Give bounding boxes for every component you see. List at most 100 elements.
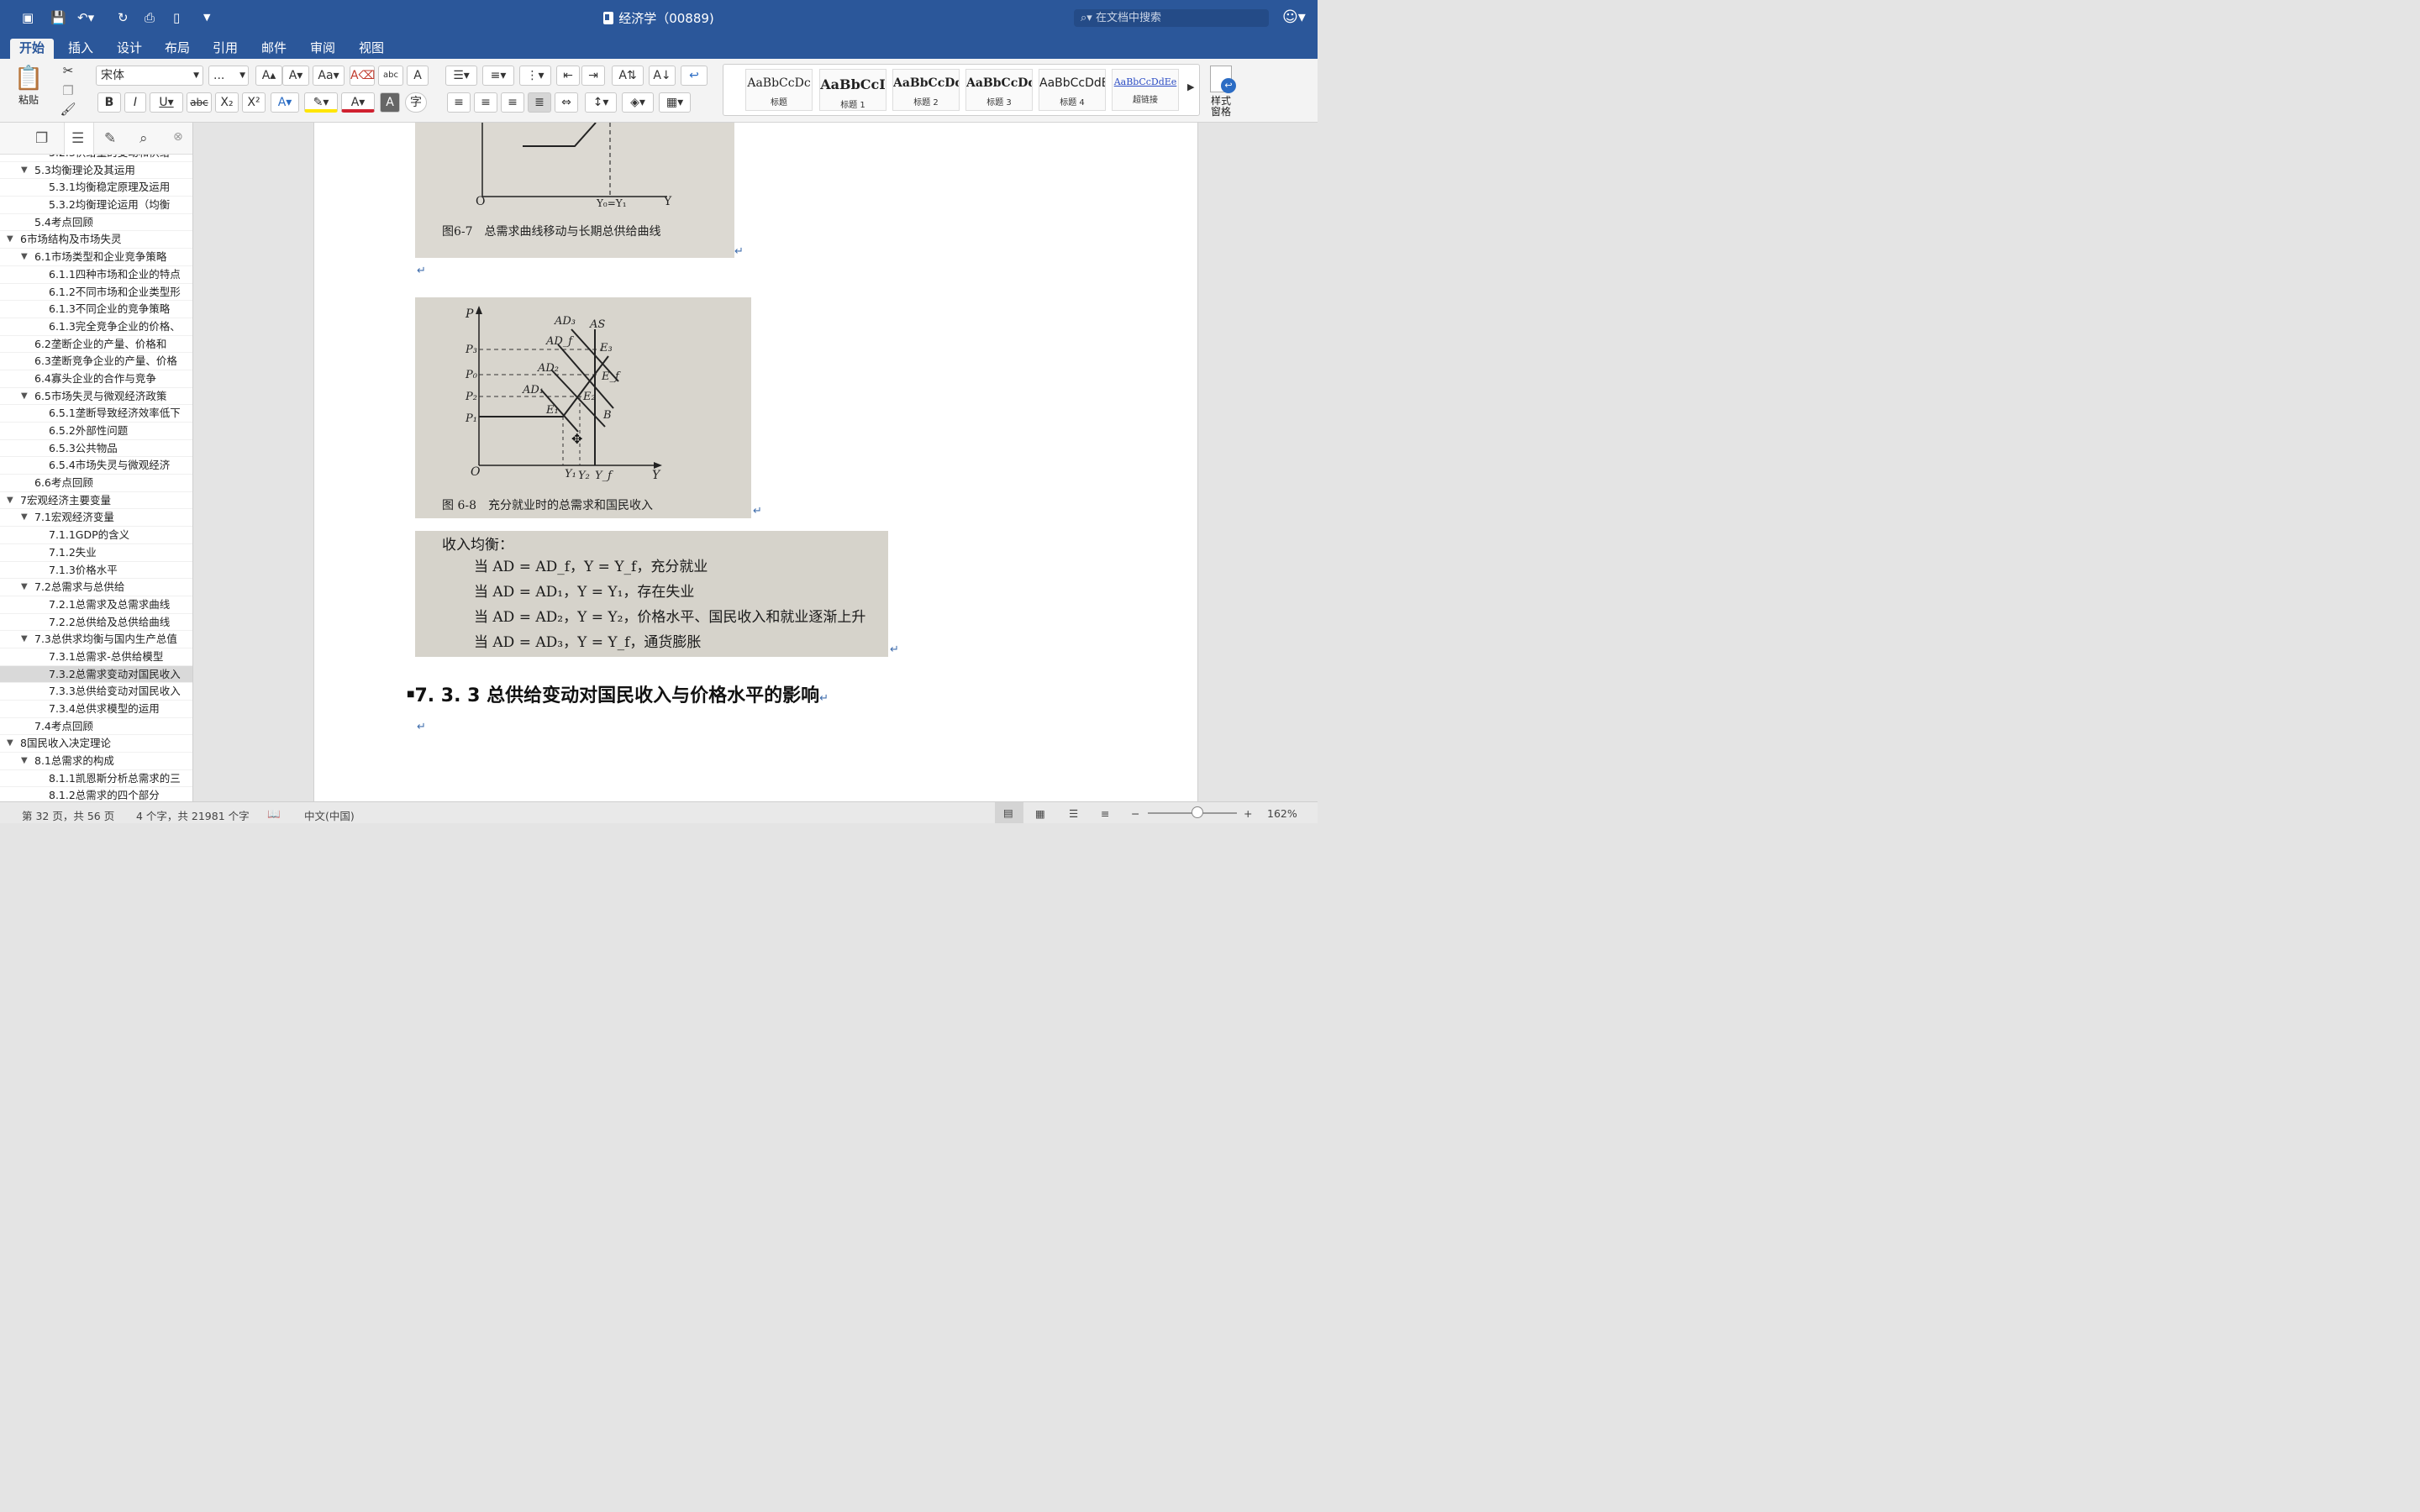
- superscript-button[interactable]: X²: [242, 92, 266, 113]
- search-box[interactable]: ⌕▾ 在文档中搜索: [1074, 9, 1269, 27]
- nav-item[interactable]: 7.2.1总需求及总需求曲线: [0, 596, 192, 614]
- expand-triangle-icon[interactable]: ▼: [21, 509, 28, 526]
- nav-item[interactable]: ▼ 7.1宏观经济变量: [0, 509, 192, 528]
- nav-item[interactable]: 5.4考点回顾: [0, 214, 192, 232]
- nav-item[interactable]: ▼ 6.1市场类型和企业竞争策略: [0, 249, 192, 266]
- text-direction-button[interactable]: A⇅: [612, 66, 644, 86]
- proofing-icon[interactable]: 📖: [267, 807, 281, 821]
- nav-item[interactable]: 6.3垄断竞争企业的产量、价格: [0, 353, 192, 370]
- nav-item[interactable]: ▼ 7.3总供求均衡与国内生产总值: [0, 631, 192, 648]
- nav-item[interactable]: 5.3.1均衡稳定原理及运用: [0, 179, 192, 197]
- nav-item[interactable]: ▼ 6市场结构及市场失灵: [0, 231, 192, 249]
- increase-indent-button[interactable]: ⇥: [581, 66, 605, 86]
- align-left-button[interactable]: ≡: [447, 92, 471, 113]
- change-case-button[interactable]: Aa▾: [313, 66, 345, 86]
- nav-item[interactable]: 6.1.3完全竞争企业的价格、: [0, 318, 192, 336]
- thumbnails-icon[interactable]: ❐: [35, 130, 48, 147]
- nav-item[interactable]: 6.5.3公共物品: [0, 440, 192, 458]
- tab-mailings[interactable]: 邮件: [252, 39, 296, 59]
- nav-item[interactable]: 6.5.4市场失灵与微观经济: [0, 457, 192, 475]
- styles-pane-button[interactable]: ↩ 样式窗格: [1208, 66, 1236, 118]
- expand-triangle-icon[interactable]: ▼: [21, 631, 28, 648]
- align-center-button[interactable]: ≡: [474, 92, 497, 113]
- clear-format-icon[interactable]: A⌫: [350, 66, 375, 86]
- expand-triangle-icon[interactable]: ▼: [21, 249, 28, 265]
- nav-item[interactable]: 7.3.1总需求-总供给模型: [0, 648, 192, 666]
- tab-references[interactable]: 引用: [203, 39, 247, 59]
- borders-button[interactable]: ▦▾: [659, 92, 691, 113]
- cut-icon[interactable]: ✂: [57, 60, 79, 81]
- nav-item[interactable]: 7.3.3总供给变动对国民收入: [0, 683, 192, 701]
- search-icon[interactable]: ⌕: [139, 130, 148, 147]
- expand-triangle-icon[interactable]: ▼: [21, 579, 28, 596]
- draft-view-icon[interactable]: ≡: [1101, 807, 1109, 820]
- grow-font-button[interactable]: A▴: [255, 66, 282, 86]
- zoom-out-icon[interactable]: −: [1131, 807, 1139, 820]
- style-heading-1[interactable]: AaBbCcI 标题 1: [819, 69, 886, 111]
- expand-triangle-icon[interactable]: ▼: [7, 231, 13, 248]
- gallery-more-icon[interactable]: ▶: [1187, 81, 1194, 92]
- text-effects-button[interactable]: A▾: [271, 92, 299, 113]
- tab-home[interactable]: 开始: [10, 39, 54, 59]
- font-name-select[interactable]: 宋体 ▼: [96, 66, 203, 86]
- nav-item[interactable]: 7.1.1GDP的含义: [0, 527, 192, 544]
- nav-item[interactable]: 6.2垄断企业的产量、价格和: [0, 336, 192, 354]
- decrease-indent-button[interactable]: ⇤: [556, 66, 580, 86]
- bullets-button[interactable]: ☰▾: [445, 66, 477, 86]
- align-right-button[interactable]: ≡: [501, 92, 524, 113]
- justify-button[interactable]: ≣: [528, 92, 551, 113]
- style-heading-3[interactable]: AaBbCcDd 标题 3: [965, 69, 1033, 111]
- nav-item[interactable]: ▼ 5.3均衡理论及其运用: [0, 162, 192, 180]
- shading-button[interactable]: ◈▾: [622, 92, 654, 113]
- zoom-level[interactable]: 162%: [1267, 807, 1297, 820]
- expand-triangle-icon[interactable]: ▼: [7, 735, 13, 752]
- font-size-select[interactable]: ... ▼: [208, 66, 249, 86]
- italic-button[interactable]: I: [124, 92, 146, 113]
- edit-outline-icon[interactable]: ✎: [104, 130, 116, 147]
- nav-item[interactable]: 7.2.2总供给及总供给曲线: [0, 614, 192, 632]
- style-heading-4[interactable]: AaBbCcDdE 标题 4: [1039, 69, 1106, 111]
- enclose-char-button[interactable]: 字: [405, 92, 427, 113]
- nav-item[interactable]: 6.5.2外部性问题: [0, 423, 192, 440]
- nav-item[interactable]: 6.1.1四种市场和企业的特点: [0, 266, 192, 284]
- nav-item[interactable]: 6.1.2不同市场和企业类型形: [0, 284, 192, 302]
- nav-item[interactable]: 7.1.2失业: [0, 544, 192, 562]
- outline-view-icon[interactable]: ☰: [1069, 807, 1078, 820]
- language-indicator[interactable]: 中文(中国): [304, 807, 355, 823]
- bold-button[interactable]: B: [97, 92, 121, 113]
- line-spacing-button[interactable]: ↕▾: [585, 92, 617, 113]
- print-layout-icon[interactable]: ▤: [995, 802, 1023, 823]
- nav-item[interactable]: ▼ 8.1总需求的构成: [0, 753, 192, 770]
- highlight-button[interactable]: ✎▾: [304, 92, 338, 113]
- nav-item[interactable]: ▼ 7宏观经济主要变量: [0, 492, 192, 510]
- nav-item[interactable]: ▼ 7.2总需求与总供给: [0, 579, 192, 596]
- show-marks-button[interactable]: ↩: [681, 66, 708, 86]
- nav-item[interactable]: ▼ 8国民收入决定理论: [0, 735, 192, 753]
- copy-icon[interactable]: ❐: [57, 81, 79, 101]
- page-count[interactable]: 第 32 页，共 56 页: [22, 807, 114, 823]
- sort-button[interactable]: A↓: [649, 66, 676, 86]
- char-shading-button[interactable]: A: [380, 92, 400, 113]
- nav-item[interactable]: 7.1.3价格水平: [0, 562, 192, 580]
- format-painter-icon[interactable]: 🖌: [57, 101, 79, 118]
- nav-item[interactable]: 6.5.1垄断导致经济效率低下: [0, 405, 192, 423]
- subscript-button[interactable]: X₂: [215, 92, 239, 113]
- nav-item[interactable]: 7.4考点回顾: [0, 718, 192, 736]
- style-heading-2[interactable]: AaBbCcDdI 标题 2: [892, 69, 960, 111]
- nav-item[interactable]: 7.3.4总供求模型的运用: [0, 701, 192, 718]
- phonetic-guide-icon[interactable]: abc: [378, 66, 403, 86]
- nav-item[interactable]: 7.3.2总需求变动对国民收入: [0, 665, 192, 684]
- word-count[interactable]: 4 个字，共 21981 个字: [136, 807, 250, 823]
- paste-button[interactable]: 📋 粘贴: [10, 64, 47, 107]
- distributed-button[interactable]: ⇔: [555, 92, 578, 113]
- nav-item[interactable]: 8.1.1凯恩斯分析总需求的三: [0, 770, 192, 788]
- tab-view[interactable]: 视图: [350, 39, 393, 59]
- multilevel-list-button[interactable]: ⋮▾: [519, 66, 551, 86]
- char-border-icon[interactable]: A: [407, 66, 429, 86]
- nav-item[interactable]: 8.1.2总需求的四个部分: [0, 787, 192, 801]
- style-title[interactable]: AaBbCcDc 标题: [745, 69, 813, 111]
- underline-button[interactable]: U▾: [150, 92, 183, 113]
- web-layout-icon[interactable]: ▦: [1035, 807, 1045, 820]
- outline-icon[interactable]: ☰: [64, 123, 94, 155]
- nav-item[interactable]: 5.3.2均衡理论运用（均衡: [0, 197, 192, 214]
